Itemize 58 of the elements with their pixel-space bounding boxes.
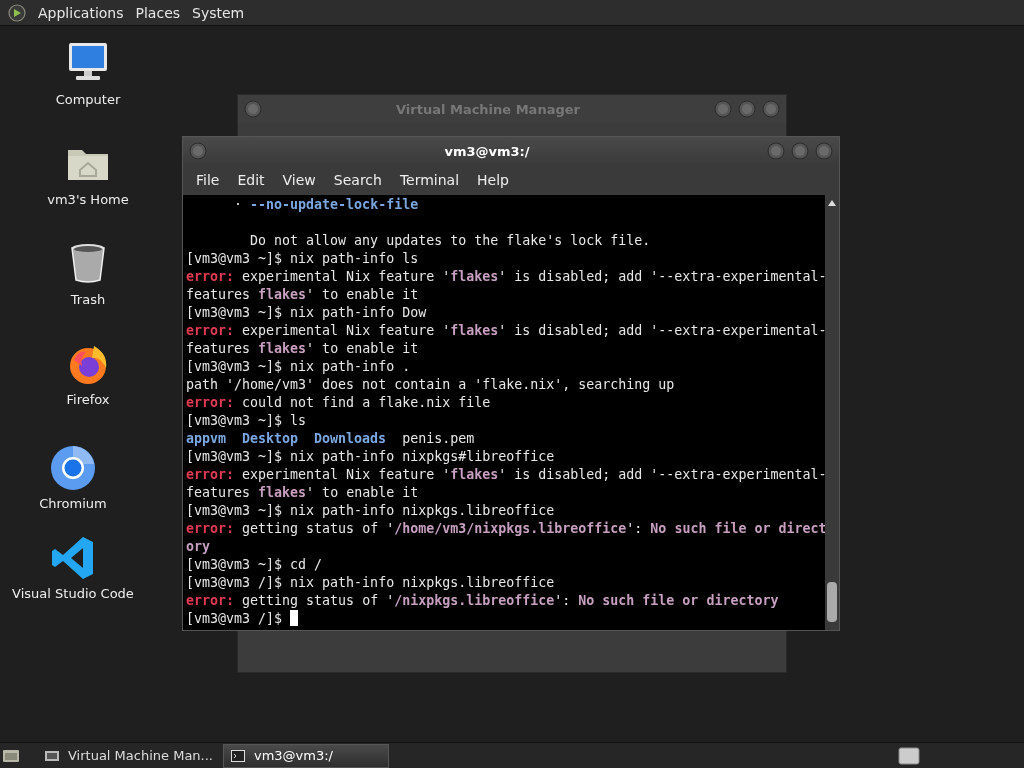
minimize-button[interactable] [767, 142, 785, 160]
terminal-line: error: getting status of '/home/vm3/nixpkgs.libreoffice': No such file or direct [186, 520, 825, 538]
menu-item[interactable]: System [186, 4, 251, 21]
taskbar-button[interactable]: vm3@vm3:/ [223, 743, 389, 768]
close-button[interactable] [762, 100, 780, 118]
menu-item[interactable]: Edit [228, 172, 274, 188]
terminal-line: features flakes' to enable it [186, 340, 419, 358]
window-title: Virtual Machine Manager [395, 101, 581, 117]
terminal-line: [vm3@vm3 ~]$ nix path-info ls [186, 250, 419, 268]
menu-item[interactable]: Places [129, 4, 187, 21]
terminal-line: error: experimental Nix feature 'flakes' is disabled; add '--extra-experimental- [186, 466, 825, 484]
desktop-icon-label[interactable]: Trash [70, 292, 106, 307]
window-title: vm3@vm3:/ [443, 143, 531, 159]
terminal-line: Do not allow any updates to the flake's lock file. [249, 232, 651, 250]
menu-item[interactable]: View [273, 172, 325, 188]
terminal-line: features flakes' to enable it [186, 286, 419, 304]
terminal-line: appvm Desktop Downloads penis.pem [186, 430, 476, 448]
terminal-line: [vm3@vm3 ~]$ nix path-info Dow [186, 304, 427, 322]
terminal-line: [vm3@vm3 /]$ [186, 610, 299, 628]
terminal-line: [vm3@vm3 ~]$ nix path-info nixpkgs.libreoffice [186, 502, 555, 520]
terminal-line: error: getting status of '/nixpkgs.libreoffice': No such file or directory [186, 592, 779, 610]
taskbar-button[interactable]: Virtual Machine Man... [38, 743, 219, 768]
desktop-icon-label[interactable]: Computer [55, 92, 121, 107]
terminal-line: path '/home/vm3' does not contain a 'flake.nix', searching up [186, 376, 675, 394]
menu-item[interactable]: Applications [32, 4, 130, 21]
terminal-line: [vm3@vm3 ~]$ nix path-info nixpkgs#libreoffice [186, 448, 555, 466]
window-menu-button[interactable] [189, 142, 207, 160]
terminal-line: error: could not find a flake.nix file [186, 394, 491, 412]
desktop-icon-label[interactable]: Firefox [66, 392, 110, 407]
terminal-line: · --no-update-lock-file [233, 196, 419, 214]
menu-item[interactable]: Terminal [390, 172, 469, 188]
menu-item[interactable]: Search [324, 172, 391, 188]
terminal-line: error: experimental Nix feature 'flakes' is disabled; add '--extra-experimental- [186, 268, 825, 286]
menu-item[interactable]: File [187, 172, 229, 188]
scrollbar-thumb[interactable] [827, 582, 837, 622]
scrollbar[interactable] [825, 195, 839, 630]
terminal-line: error: experimental Nix feature 'flakes' is disabled; add '--extra-experimental- [186, 322, 825, 340]
terminal-line: [vm3@vm3 ~]$ cd / [186, 556, 323, 574]
close-button[interactable] [815, 142, 833, 160]
menu-item[interactable]: Help [468, 172, 518, 188]
logo-icon[interactable] [8, 3, 26, 22]
desktop-icon-label[interactable]: vm3's Home [47, 192, 129, 207]
scroll-up-icon[interactable] [827, 199, 837, 207]
terminal-line: features flakes' to enable it [186, 484, 419, 502]
maximize-button[interactable] [738, 100, 756, 118]
minimize-button[interactable] [714, 100, 732, 118]
show-desktop-icon[interactable] [2, 747, 20, 764]
desktop-icon-label[interactable]: Visual Studio Code [12, 586, 134, 601]
terminal-icon [230, 747, 246, 764]
desktop-icon-label[interactable]: Chromium [39, 496, 107, 511]
maximize-button[interactable] [791, 142, 809, 160]
terminal-line: [vm3@vm3 /]$ nix path-info nixpkgs.libreoffice [186, 574, 555, 592]
terminal-line: ory [186, 538, 211, 556]
terminal-line: [vm3@vm3 ~]$ nix path-info . [186, 358, 411, 376]
chromium-icon[interactable] [49, 444, 97, 492]
terminal-line: [vm3@vm3 ~]$ ls [186, 412, 307, 430]
workspace-icon[interactable] [898, 746, 920, 765]
window-menu-button[interactable] [244, 100, 262, 118]
